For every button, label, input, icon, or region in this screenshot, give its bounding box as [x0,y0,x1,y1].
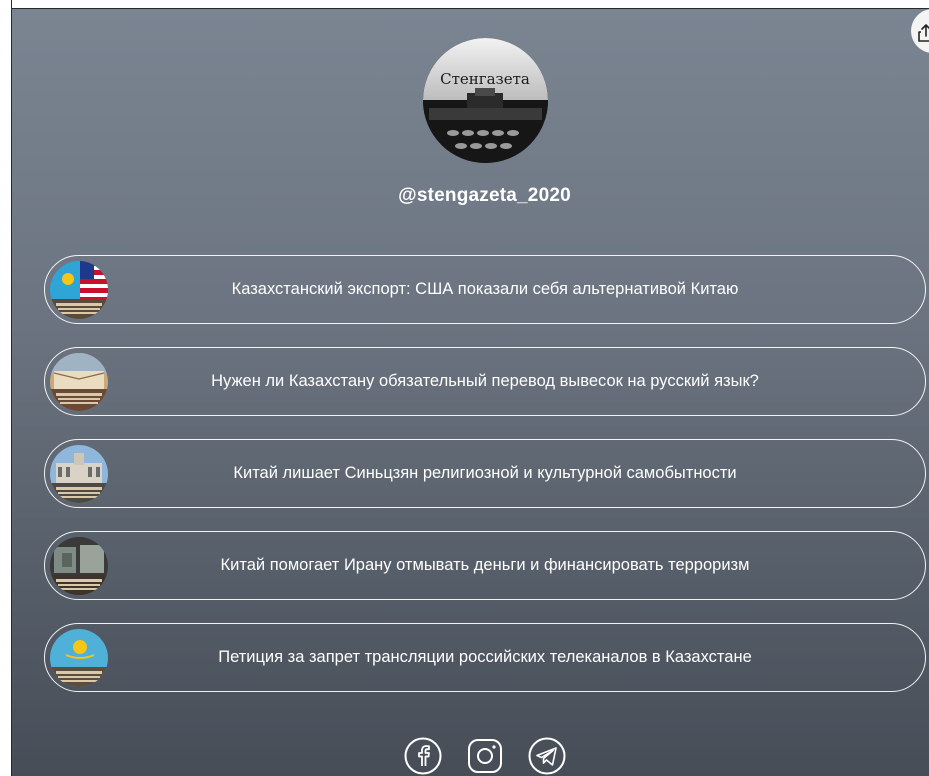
mosque-building-thumbnail [50,445,108,503]
books-qazaq-thumbnail [50,353,108,411]
kz-usa-flags-thumbnail [50,261,108,319]
kz-flag-thumbnail [50,629,108,687]
telegram-link[interactable] [527,736,567,776]
browser-frame: Стенгазета @stengazeta_2020 Казахстански… [0,0,929,776]
link-button-iran[interactable]: Китай помогает Ирану отмывать деньги и ф… [44,531,926,600]
link-in-bio-page: Стенгазета @stengazeta_2020 Казахстански… [12,8,929,776]
link-list: Казахстанский экспорт: США показали себя… [44,255,926,715]
instagram-icon [467,739,502,773]
profile-avatar: Стенгазета [423,38,548,163]
link-label: Петиция за запрет трансляции российских … [218,648,752,666]
svg-text:Стенгазета: Стенгазета [440,70,530,88]
money-stacks-thumbnail [50,537,108,595]
facebook-icon [404,737,441,775]
share-button[interactable] [911,9,929,53]
link-button-signs[interactable]: Нужен ли Казахстану обязательный перевод… [44,347,926,416]
link-button-petition[interactable]: Петиция за запрет трансляции российских … [44,623,926,692]
share-icon [918,24,929,42]
profile-handle: @stengazeta_2020 [398,185,571,206]
facebook-link[interactable] [403,736,443,776]
instagram-link[interactable] [465,736,505,776]
link-label: Нужен ли Казахстану обязательный перевод… [211,372,759,390]
social-icons [12,736,929,776]
link-label: Китай помогает Ирану отмывать деньги и ф… [220,556,750,574]
link-button-export[interactable]: Казахстанский экспорт: США показали себя… [44,255,926,324]
link-label: Казахстанский экспорт: США показали себя… [231,280,739,298]
link-button-xinjiang[interactable]: Китай лишает Синьцзян религиозной и куль… [44,439,926,508]
telegram-icon [528,737,565,775]
link-label: Китай лишает Синьцзян религиозной и куль… [233,464,737,482]
window-edge [0,0,12,776]
